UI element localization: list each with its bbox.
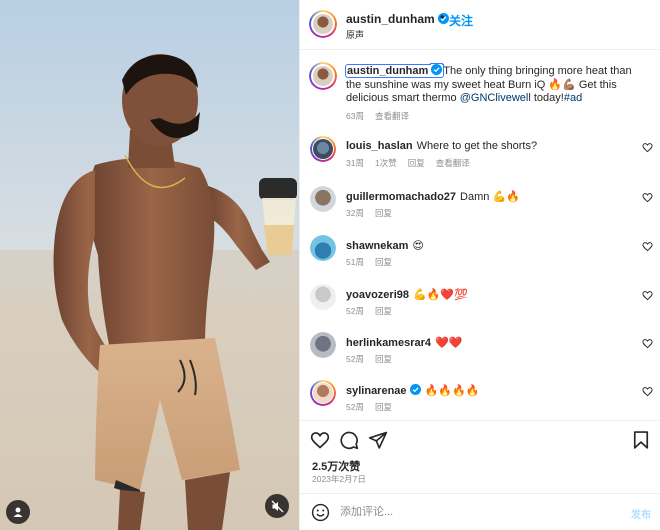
commenter-avatar[interactable] bbox=[310, 332, 336, 358]
heart-icon[interactable] bbox=[642, 241, 653, 252]
comment-text: Damn 💪🔥 bbox=[460, 191, 520, 203]
smiley-icon[interactable] bbox=[311, 503, 330, 522]
comment-time: 31周 bbox=[346, 158, 364, 168]
header-separator: • bbox=[440, 10, 445, 24]
comment-text: 😍 bbox=[412, 240, 424, 252]
post-action-bar bbox=[300, 420, 660, 454]
paper-plane-icon[interactable] bbox=[368, 430, 388, 450]
author-avatar[interactable] bbox=[309, 10, 337, 38]
mention-link[interactable]: @GNClivewell bbox=[460, 92, 531, 104]
comment-meta: 51周 回复 bbox=[346, 256, 403, 268]
caption-body-end: today! bbox=[530, 92, 564, 104]
speaker-muted-icon bbox=[271, 500, 283, 512]
commenter-avatar[interactable] bbox=[310, 136, 336, 162]
commenter-username[interactable]: guillermomachado27 bbox=[346, 191, 456, 203]
commenter-username[interactable]: yoavozeri98 bbox=[346, 289, 409, 301]
heart-icon[interactable] bbox=[642, 142, 653, 153]
comment-item: herlinkamesrar4 ❤️❤️ 52周 回复 bbox=[300, 332, 660, 382]
caption-username-link[interactable]: austin_dunham bbox=[344, 64, 445, 78]
comment-time: 52周 bbox=[346, 402, 364, 412]
see-translation-button[interactable]: 查看翻译 bbox=[375, 111, 409, 121]
caption-meta: 63周 查看翻译 bbox=[346, 110, 420, 122]
comment-text: Where to get the shorts? bbox=[416, 140, 538, 152]
original-audio-link[interactable]: 原声 bbox=[346, 28, 364, 41]
heart-icon[interactable] bbox=[642, 386, 653, 397]
person-icon bbox=[13, 507, 23, 517]
comment-meta: 52周 回复 bbox=[346, 401, 403, 413]
post-comment-button[interactable]: 发布 bbox=[631, 506, 651, 521]
caption-author-avatar[interactable] bbox=[309, 62, 337, 90]
verified-badge-icon bbox=[431, 64, 443, 75]
commenter-avatar[interactable] bbox=[310, 186, 336, 212]
heart-icon[interactable] bbox=[310, 430, 330, 450]
see-translation-button[interactable]: 查看翻译 bbox=[436, 158, 470, 168]
bookmark-icon[interactable] bbox=[631, 430, 651, 450]
comment-item: louis_haslan Where to get the shorts? 31周… bbox=[300, 136, 660, 186]
commenter-username[interactable]: shawnekam bbox=[346, 240, 408, 252]
commenter-username[interactable]: louis_haslan bbox=[346, 140, 413, 152]
comment-time: 51周 bbox=[346, 257, 364, 267]
verified-badge-icon bbox=[409, 384, 421, 395]
video-frame-illustration bbox=[0, 0, 299, 530]
follow-button[interactable]: 关注 bbox=[449, 12, 473, 29]
comment-time: 52周 bbox=[346, 354, 364, 364]
comment-text: 💪🔥❤️💯 bbox=[412, 289, 468, 301]
comment-bubble-icon[interactable] bbox=[339, 430, 359, 450]
comment-likes-count[interactable]: 1次赞 bbox=[375, 158, 397, 168]
comment-text: 🔥🔥🔥🔥 bbox=[424, 385, 480, 397]
caption-text: austin_dunham The only thing bringing mor… bbox=[344, 64, 646, 106]
mute-toggle-button[interactable] bbox=[265, 494, 289, 518]
commenter-username[interactable]: herlinkamesrar4 bbox=[346, 337, 431, 349]
post-header: austin_dunham • 关注 原声 bbox=[300, 0, 660, 50]
comment-time: 52周 bbox=[346, 306, 364, 316]
post-media-video[interactable] bbox=[0, 0, 299, 530]
comment-input[interactable] bbox=[340, 502, 610, 522]
hashtag-link[interactable]: #ad bbox=[564, 92, 582, 104]
commenter-avatar[interactable] bbox=[310, 380, 336, 406]
heart-icon[interactable] bbox=[642, 338, 653, 349]
tagged-people-button[interactable] bbox=[6, 500, 30, 524]
reply-button[interactable]: 回复 bbox=[408, 158, 425, 168]
comment-time: 32周 bbox=[346, 208, 364, 218]
commenter-avatar[interactable] bbox=[310, 284, 336, 310]
comment-meta: 52周 回复 bbox=[346, 353, 403, 365]
post-date: 2023年2月7日 bbox=[312, 474, 366, 484]
commenter-avatar[interactable] bbox=[310, 235, 336, 261]
caption-time: 63周 bbox=[346, 111, 364, 121]
commenter-username[interactable]: sylinarenae bbox=[346, 385, 407, 397]
reply-button[interactable]: 回复 bbox=[375, 306, 392, 316]
comment-item: shawnekam 😍 51周 回复 bbox=[300, 235, 660, 285]
comment-composer: 发布 bbox=[300, 493, 660, 530]
reply-button[interactable]: 回复 bbox=[375, 208, 392, 218]
comment-text: ❤️❤️ bbox=[435, 337, 463, 349]
heart-icon[interactable] bbox=[642, 192, 653, 203]
post-details-panel: austin_dunham • 关注 原声 austin_dunham The o… bbox=[299, 0, 660, 530]
reply-button[interactable]: 回复 bbox=[375, 402, 392, 412]
reply-button[interactable]: 回复 bbox=[375, 354, 392, 364]
reply-button[interactable]: 回复 bbox=[375, 257, 392, 267]
comment-meta: 32周 回复 bbox=[346, 207, 403, 219]
author-username-link[interactable]: austin_dunham bbox=[346, 12, 449, 26]
heart-icon[interactable] bbox=[642, 290, 653, 301]
comment-meta: 52周 回复 bbox=[346, 305, 403, 317]
comment-item: yoavozeri98 💪🔥❤️💯 52周 回复 bbox=[300, 284, 660, 334]
view-count[interactable]: 2.5万次赞 bbox=[312, 458, 360, 474]
comment-item: guillermomachado27 Damn 💪🔥 32周 回复 bbox=[300, 186, 660, 236]
comment-meta: 31周 1次赞 回复 查看翻译 bbox=[346, 157, 481, 169]
